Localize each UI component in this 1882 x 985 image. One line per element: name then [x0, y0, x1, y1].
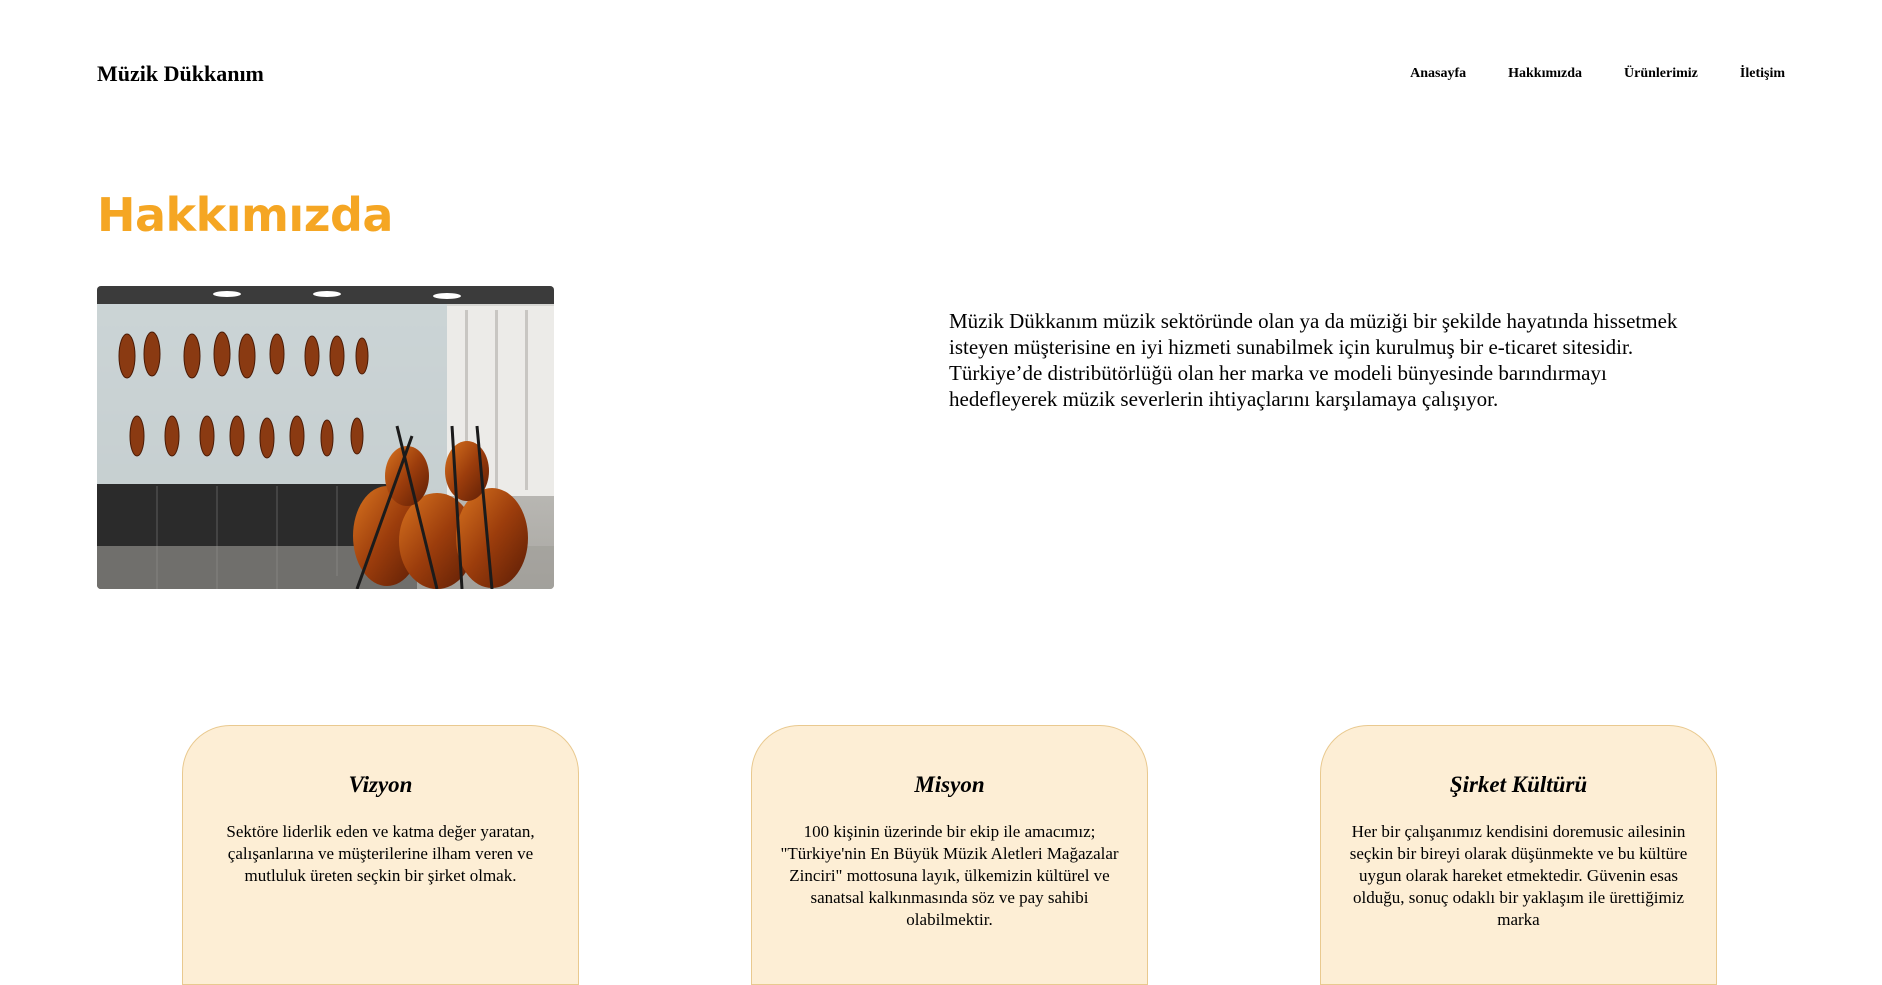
- card-sirket-kulturu: Şirket Kültürü Her bir çalışanımız kendi…: [1320, 725, 1717, 985]
- about-description: Müzik Dükkanım müzik sektöründe olan ya …: [949, 309, 1678, 411]
- card-text: Her bir çalışanımız kendisini doremusic …: [1349, 822, 1688, 929]
- card-vizyon: Vizyon Sektöre liderlik eden ve katma de…: [182, 725, 579, 985]
- card-title: Misyon: [914, 772, 985, 797]
- nav-link-urunlerimiz[interactable]: Ürünlerimiz: [1624, 64, 1698, 84]
- card-text: Sektöre liderlik eden ve katma değer yar…: [226, 822, 535, 885]
- nav-link-iletisim[interactable]: İletişim: [1740, 64, 1785, 84]
- brand-logo-link[interactable]: Müzik Dükkanım: [97, 60, 264, 88]
- card-misyon: Misyon 100 kişinin üzerinde bir ekip ile…: [751, 725, 1148, 985]
- nav-link-hakkimizda[interactable]: Hakkımızda: [1508, 64, 1582, 84]
- values-cards: Vizyon Sektöre liderlik eden ve katma de…: [0, 725, 1882, 985]
- nav-link-anasayfa[interactable]: Anasayfa: [1410, 64, 1466, 84]
- store-photo: [97, 286, 554, 589]
- main-nav: Anasayfa Hakkımızda Ürünlerimiz İletişim: [1410, 64, 1785, 84]
- site-header: Müzik Dükkanım Anasayfa Hakkımızda Ürünl…: [0, 0, 1882, 150]
- card-title: Vizyon: [348, 772, 413, 797]
- page-title: Hakkımızda: [97, 188, 393, 242]
- card-title: Şirket Kültürü: [1449, 772, 1588, 797]
- card-text: 100 kişinin üzerinde bir ekip ile amacım…: [780, 822, 1119, 929]
